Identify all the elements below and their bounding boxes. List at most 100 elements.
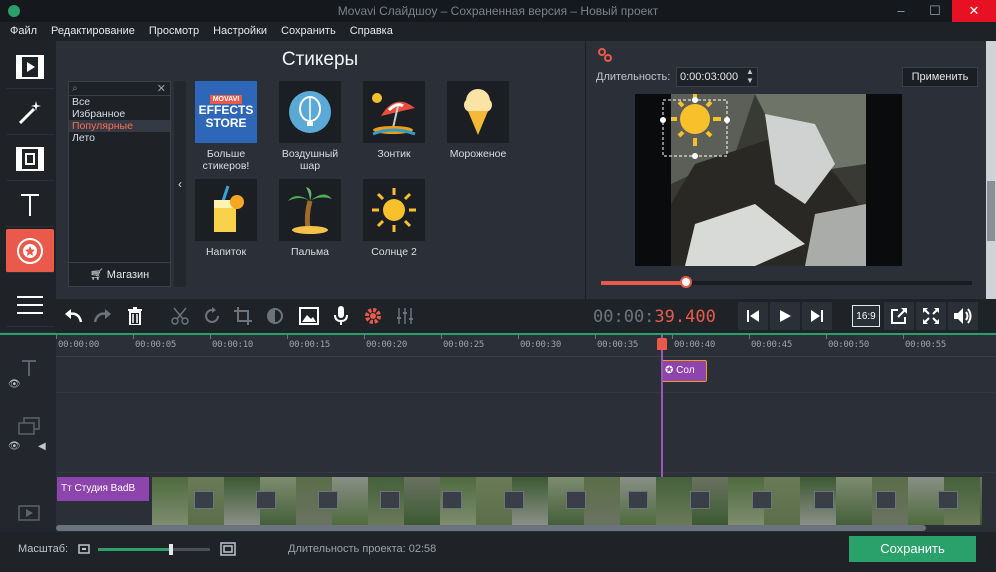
gear-icon (365, 308, 381, 324)
transition-icon[interactable] (256, 491, 276, 509)
previous-button[interactable] (738, 302, 768, 330)
seek-handle[interactable] (680, 276, 693, 288)
transitions-tab[interactable] (6, 137, 54, 181)
stickers-tab[interactable] (6, 229, 54, 273)
aspect-ratio-button[interactable]: 16:9 (852, 305, 880, 327)
eye-icon[interactable]: 👁︎ (8, 379, 21, 390)
menu-file[interactable]: Файл (0, 22, 44, 41)
video-frame[interactable] (836, 477, 872, 525)
project-duration: Длительность проекта: 02:58 (288, 543, 437, 555)
menu-help[interactable]: Справка (343, 22, 400, 41)
sticker-clip[interactable]: ✪ Сол (661, 360, 707, 382)
video-frame[interactable] (980, 477, 982, 525)
menu-edit[interactable]: Редактирование (44, 22, 142, 41)
clear-search-icon[interactable]: ✕ (157, 82, 166, 95)
maximize-button[interactable]: ☐ (918, 0, 952, 22)
sticker-settings-icon[interactable] (597, 47, 613, 63)
overlay-eye-icon[interactable]: 👁︎ (8, 441, 21, 452)
zoom-out-icon[interactable] (78, 543, 90, 555)
palm-thumb (279, 179, 341, 241)
zoom-handle[interactable] (168, 544, 173, 555)
shop-button[interactable]: 🛒︎ Магазин (69, 262, 170, 286)
category-all[interactable]: Все (69, 96, 170, 108)
scrollbar-thumb[interactable] (987, 181, 995, 241)
playhead-handle[interactable] (657, 338, 667, 350)
transition-icon[interactable] (628, 491, 648, 509)
menu-save[interactable]: Сохранить (274, 22, 343, 41)
transition-icon[interactable] (814, 491, 834, 509)
undo-button[interactable] (58, 302, 88, 330)
equalizer-button[interactable] (390, 302, 420, 330)
clip-settings-button[interactable] (358, 302, 388, 330)
transition-icon[interactable] (938, 491, 958, 509)
title-clip[interactable]: Tт Студия BadB (57, 477, 149, 501)
transition-icon[interactable] (876, 491, 896, 509)
transition-icon[interactable] (504, 491, 524, 509)
play-button[interactable] (770, 302, 800, 330)
video-frame[interactable] (404, 477, 440, 525)
playhead-line (661, 335, 663, 477)
import-tab[interactable] (6, 45, 54, 89)
duration-stepper[interactable]: ▲ ▼ (746, 67, 754, 85)
tool-sidebar (0, 41, 56, 332)
transition-icon[interactable] (752, 491, 772, 509)
category-popular[interactable]: Популярные (69, 120, 170, 132)
video-frame[interactable] (584, 477, 620, 525)
sticker-item[interactable]: MOVAVI EFFECTS STORE Больше стикеров! (187, 81, 265, 172)
delete-button[interactable] (120, 302, 150, 330)
ruler-tick-mark (56, 335, 57, 339)
redo-button[interactable] (88, 302, 118, 330)
record-audio-button[interactable] (326, 302, 356, 330)
next-button[interactable] (802, 302, 832, 330)
category-search[interactable]: ⌕ ✕ (69, 82, 170, 96)
sticker-item[interactable]: Пальма (271, 179, 349, 258)
time-ruler[interactable]: 00:00:00 00:00:05 00:00:10 00:00:15 00:00:20… (56, 335, 996, 357)
vertical-scrollbar[interactable] (986, 41, 996, 299)
color-adjust-button[interactable] (260, 302, 290, 330)
ruler-tick-label: 00:00:45 (751, 340, 792, 350)
fullscreen-button[interactable] (916, 302, 946, 330)
save-button[interactable]: Сохранить (849, 536, 976, 562)
collapse-panel-button[interactable]: ‹ (174, 81, 186, 287)
sticker-item[interactable]: Воздушный шар (271, 81, 349, 172)
category-summer[interactable]: Лето (69, 132, 170, 144)
timeline-scrollbar[interactable] (56, 525, 926, 531)
redo-icon (93, 309, 111, 323)
insert-image-button[interactable] (294, 302, 324, 330)
close-button[interactable]: ✕ (952, 0, 996, 22)
ice-cream-thumb (447, 81, 509, 143)
video-frame[interactable] (224, 477, 260, 525)
menu-settings[interactable]: Настройки (206, 22, 274, 41)
video-preview[interactable] (635, 94, 902, 266)
video-frame[interactable] (152, 477, 188, 525)
transition-icon[interactable] (566, 491, 586, 509)
transition-icon[interactable] (194, 491, 214, 509)
more-tools-tab[interactable] (6, 283, 54, 327)
transition-icon[interactable] (442, 491, 462, 509)
sticker-item[interactable]: Солнце 2 (355, 179, 433, 258)
category-favorites[interactable]: Избранное (69, 108, 170, 120)
filters-tab[interactable] (6, 91, 54, 135)
volume-button[interactable] (948, 302, 978, 330)
sticker-item[interactable]: Зонтик (355, 81, 433, 160)
overlay-mute-icon[interactable]: ◀︎ (38, 441, 46, 452)
minimize-button[interactable]: – (884, 0, 918, 22)
zoom-in-icon[interactable] (220, 542, 236, 556)
transition-icon[interactable] (690, 491, 710, 509)
sticker-item[interactable]: Мороженое (439, 81, 517, 160)
video-frame[interactable] (656, 477, 692, 525)
preview-seek-slider[interactable] (601, 276, 972, 288)
transition-icon[interactable] (318, 491, 338, 509)
detach-preview-button[interactable] (884, 302, 914, 330)
sun-icon (372, 188, 416, 232)
cut-button[interactable] (165, 302, 195, 330)
rotate-button[interactable] (197, 302, 227, 330)
sticker-item[interactable]: Напиток (187, 179, 265, 258)
crop-button[interactable] (228, 302, 258, 330)
apply-button[interactable]: Применить (902, 67, 978, 87)
timecode-prefix: 00:00: (593, 307, 655, 327)
menu-view[interactable]: Просмотр (142, 22, 206, 41)
transition-icon[interactable] (380, 491, 400, 509)
zoom-slider[interactable] (98, 544, 210, 555)
titles-tab[interactable] (6, 183, 54, 227)
